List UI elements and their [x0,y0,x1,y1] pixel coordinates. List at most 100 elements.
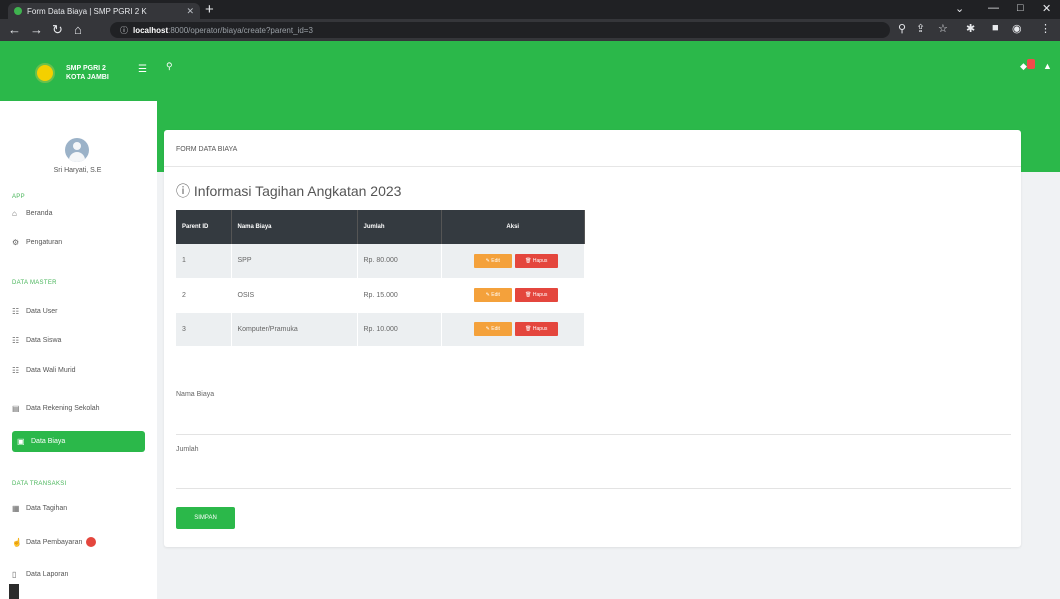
col-jumlah: Jumlah [357,210,442,244]
nama-biaya-label: Nama Biaya [176,391,215,398]
zoom-icon[interactable]: ⚲ [898,22,906,35]
info-title: ⓘ Informasi Tagihan Angkatan 2023 [176,183,402,199]
url-host: localhost [133,25,169,35]
notification-badge [1027,59,1035,69]
edit-icon: ✎ [485,326,490,332]
window-close-icon[interactable]: ✕ [1042,2,1051,15]
cell-id: 2 [176,278,232,313]
save-button[interactable]: SIMPAN [176,507,235,529]
home-icon[interactable]: ⌂ [74,22,82,37]
trash-icon: 🗑 [525,292,532,298]
info-icon: ⓘ [120,25,128,35]
sidebar-item-data-laporan[interactable]: ▯ Data Laporan [12,570,68,579]
cell-jumlah: Rp. 15.000 [357,278,442,313]
edit-icon: ✎ [485,257,490,264]
bank-icon: ▤ [12,404,20,413]
sidebar-item-data-rekening[interactable]: ▤ Data Rekening Sekolah [12,404,100,413]
biaya-table: Parent ID Nama Biaya Jumlah Aksi 1 SPP R… [176,210,585,347]
table-row: 3 Komputer/Pramuka Rp. 10.000 ✎ Edit 🗑 H… [176,312,585,347]
sidebar-item-data-user[interactable]: ☷ Data User [12,307,58,316]
sidebar [0,101,157,599]
top-navbar [157,41,1060,86]
sidebar-item-pengaturan[interactable]: ⚙ Pengaturan [12,238,62,247]
users-icon: ☷ [12,366,20,375]
back-icon[interactable]: ← [8,22,21,37]
cell-id: 1 [176,244,232,279]
browser-address-bar: ← → ↻ ⌂ ⓘ localhost :8000/operator/biaya… [0,19,1060,41]
minimize-icon[interactable]: — [988,2,999,14]
delete-button[interactable]: 🗑 Hapus [514,288,558,302]
cell-jumlah: Rp. 80.000 [357,244,442,279]
cell-nama: OSIS [231,278,358,313]
search-icon[interactable]: ⚲ [166,61,173,72]
home-icon: ⌂ [12,209,17,218]
users-icon: ☷ [12,307,20,316]
avatar [65,138,89,162]
col-parent-id: Parent ID [176,210,232,244]
browser-tab-bar: Form Data Biaya | SMP PGRI 2 K ✕ + ⌄ — □… [0,0,1060,19]
cell-aksi: ✎ Edit 🗑 Hapus [441,244,585,279]
trash-icon: 🗑 [525,257,532,264]
section-master: DATA MASTER [12,280,57,286]
cell-nama: Komputer/Pramuka [231,312,358,347]
edit-icon: ✎ [485,292,490,298]
card-title: FORM DATA BIAYA [176,146,238,153]
new-tab-button[interactable]: + [205,1,214,18]
section-transaksi: DATA TRANSAKSI [12,481,67,487]
tab-title: Form Data Biaya | SMP PGRI 2 K [27,6,147,16]
sidebar-item-data-siswa[interactable]: ☷ Data Siswa [12,336,61,345]
taskbar-thumb [9,584,19,599]
browser-tab[interactable]: Form Data Biaya | SMP PGRI 2 K ✕ [8,3,200,19]
tab-search-icon[interactable]: ⌄ [955,2,964,15]
table-row: 2 OSIS Rp. 15.000 ✎ Edit 🗑 Hapus [176,278,585,313]
forward-icon[interactable]: → [30,22,43,37]
brand-name: SMP PGRI 2 KOTA JAMBI [66,65,109,81]
maximize-icon[interactable]: □ [1017,2,1024,14]
cell-aksi: ✎ Edit 🗑 Hapus [441,278,585,313]
jumlah-label: Jumlah [176,446,199,453]
notification-icon[interactable]: ◆ [1020,61,1027,72]
cell-id: 3 [176,312,232,347]
profile-icon[interactable]: ◉ [1012,22,1022,35]
col-aksi: Aksi [441,210,585,244]
jumlah-input[interactable] [176,488,1011,489]
sidebar-item-data-wali-murid[interactable]: ☷ Data Wali Murid [12,366,76,375]
sidebar-item-data-pembayaran[interactable]: ☝ Data Pembayaran [12,537,97,547]
user-name: Sri Haryati, S.E [53,167,102,174]
share-icon[interactable]: ⇪ [916,22,925,35]
favicon-icon [14,7,22,15]
extensions-icon[interactable]: ✱ [966,22,975,35]
sidepanel-icon[interactable]: ■ [992,22,999,34]
section-app: APP [12,194,25,200]
pembayaran-badge [86,537,97,547]
hamburger-icon[interactable]: ☰ [138,64,147,75]
file-icon: ▯ [12,570,17,579]
col-nama-biaya: Nama Biaya [231,210,358,244]
menu-icon[interactable]: ⋮ [1040,22,1051,35]
reload-icon[interactable]: ↻ [52,22,63,38]
card-header [164,130,1021,167]
sidebar-item-beranda[interactable]: ⌂ Beranda [12,209,52,218]
cell-jumlah: Rp. 10.000 [357,312,442,347]
delete-button[interactable]: 🗑 Hapus [514,253,558,268]
trash-icon: 🗑 [525,326,532,332]
tab-close-icon[interactable]: ✕ [186,6,194,17]
nama-biaya-input[interactable] [176,434,1011,435]
cell-nama: SPP [231,244,358,279]
edit-button[interactable]: ✎ Edit [473,322,512,336]
edit-button[interactable]: ✎ Edit [473,288,512,302]
bookmark-star-icon[interactable]: ☆ [938,22,948,35]
user-menu-icon[interactable]: ▲ [1043,61,1052,71]
delete-button[interactable]: 🗑 Hapus [514,322,558,336]
calendar-icon: ▦ [12,504,20,513]
url-field[interactable]: ⓘ localhost :8000/operator/biaya/create?… [110,22,890,38]
users-icon: ☷ [12,336,20,345]
sidebar-item-data-tagihan[interactable]: ▦ Data Tagihan [12,504,67,513]
table-row: 1 SPP Rp. 80.000 ✎ Edit 🗑 Hapus [176,244,585,279]
info-circle-icon: ⓘ [176,183,190,199]
edit-button[interactable]: ✎ Edit [473,253,512,268]
school-logo-icon [35,63,55,83]
sidebar-item-data-biaya[interactable]: ▣ Data Biaya [12,431,145,452]
hand-icon: ☝ [12,537,22,547]
settings-icon: ⚙ [12,238,20,247]
